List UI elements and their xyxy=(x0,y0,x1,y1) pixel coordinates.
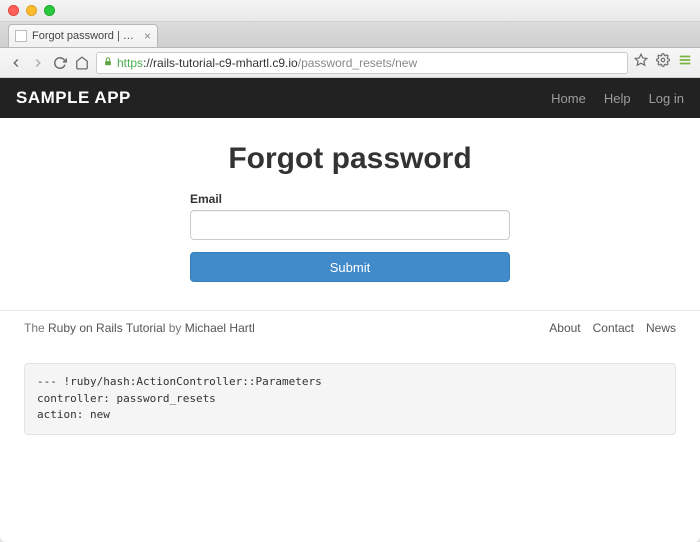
nav-home[interactable]: Home xyxy=(551,91,586,106)
content: Forgot password Email Submit xyxy=(0,118,700,282)
byline-prefix: The xyxy=(24,321,48,335)
footer-about[interactable]: About xyxy=(549,321,580,335)
footer-byline: The Ruby on Rails Tutorial by Michael Ha… xyxy=(24,321,255,335)
tab-title: Forgot password | Ruby o xyxy=(32,30,139,42)
lock-icon xyxy=(103,56,113,70)
nav-links: Home Help Log in xyxy=(551,91,684,106)
browser-tab[interactable]: Forgot password | Ruby o × xyxy=(8,24,158,47)
brand-logo[interactable]: SAMPLE APP xyxy=(16,88,131,108)
footer: The Ruby on Rails Tutorial by Michael Ha… xyxy=(0,310,700,335)
url-text: https://rails-tutorial-c9-mhartl.c9.io/p… xyxy=(117,56,417,70)
traffic-lights xyxy=(8,5,55,16)
window-close-button[interactable] xyxy=(8,5,19,16)
bookmark-star-icon[interactable] xyxy=(634,53,648,72)
back-button[interactable] xyxy=(8,55,24,71)
nav-help[interactable]: Help xyxy=(604,91,631,106)
browser-toolbar: https://rails-tutorial-c9-mhartl.c9.io/p… xyxy=(0,48,700,78)
toolbar-right xyxy=(634,53,692,72)
url-path: /password_resets/new xyxy=(298,56,417,70)
debug-params: --- !ruby/hash:ActionController::Paramet… xyxy=(24,363,676,435)
page-viewport: SAMPLE APP Home Help Log in Forgot passw… xyxy=(0,78,700,542)
window-titlebar xyxy=(0,0,700,22)
forgot-password-form: Email Submit xyxy=(190,192,510,282)
app-navbar: SAMPLE APP Home Help Log in xyxy=(0,78,700,118)
window-minimize-button[interactable] xyxy=(26,5,37,16)
tab-strip: Forgot password | Ruby o × xyxy=(0,22,700,48)
email-field[interactable] xyxy=(190,210,510,240)
nav-login[interactable]: Log in xyxy=(649,91,684,106)
page-favicon-icon xyxy=(15,30,27,42)
tutorial-link[interactable]: Ruby on Rails Tutorial xyxy=(48,321,165,335)
footer-links: About Contact News xyxy=(549,321,676,335)
submit-button[interactable]: Submit xyxy=(190,252,510,282)
forward-button[interactable] xyxy=(30,55,46,71)
menu-icon[interactable] xyxy=(678,53,692,72)
close-tab-icon[interactable]: × xyxy=(144,29,151,43)
url-host: ://rails-tutorial-c9-mhartl.c9.io xyxy=(143,56,298,70)
reload-button[interactable] xyxy=(52,55,68,71)
browser-window: Forgot password | Ruby o × https://rails… xyxy=(0,0,700,542)
window-zoom-button[interactable] xyxy=(44,5,55,16)
email-label: Email xyxy=(190,192,510,206)
address-bar[interactable]: https://rails-tutorial-c9-mhartl.c9.io/p… xyxy=(96,52,628,74)
page-title: Forgot password xyxy=(24,142,676,176)
url-protocol: https xyxy=(117,56,143,70)
footer-contact[interactable]: Contact xyxy=(593,321,634,335)
footer-news[interactable]: News xyxy=(646,321,676,335)
author-link[interactable]: Michael Hartl xyxy=(185,321,255,335)
byline-mid: by xyxy=(165,321,184,335)
gear-icon[interactable] xyxy=(656,53,670,72)
home-button[interactable] xyxy=(74,55,90,71)
